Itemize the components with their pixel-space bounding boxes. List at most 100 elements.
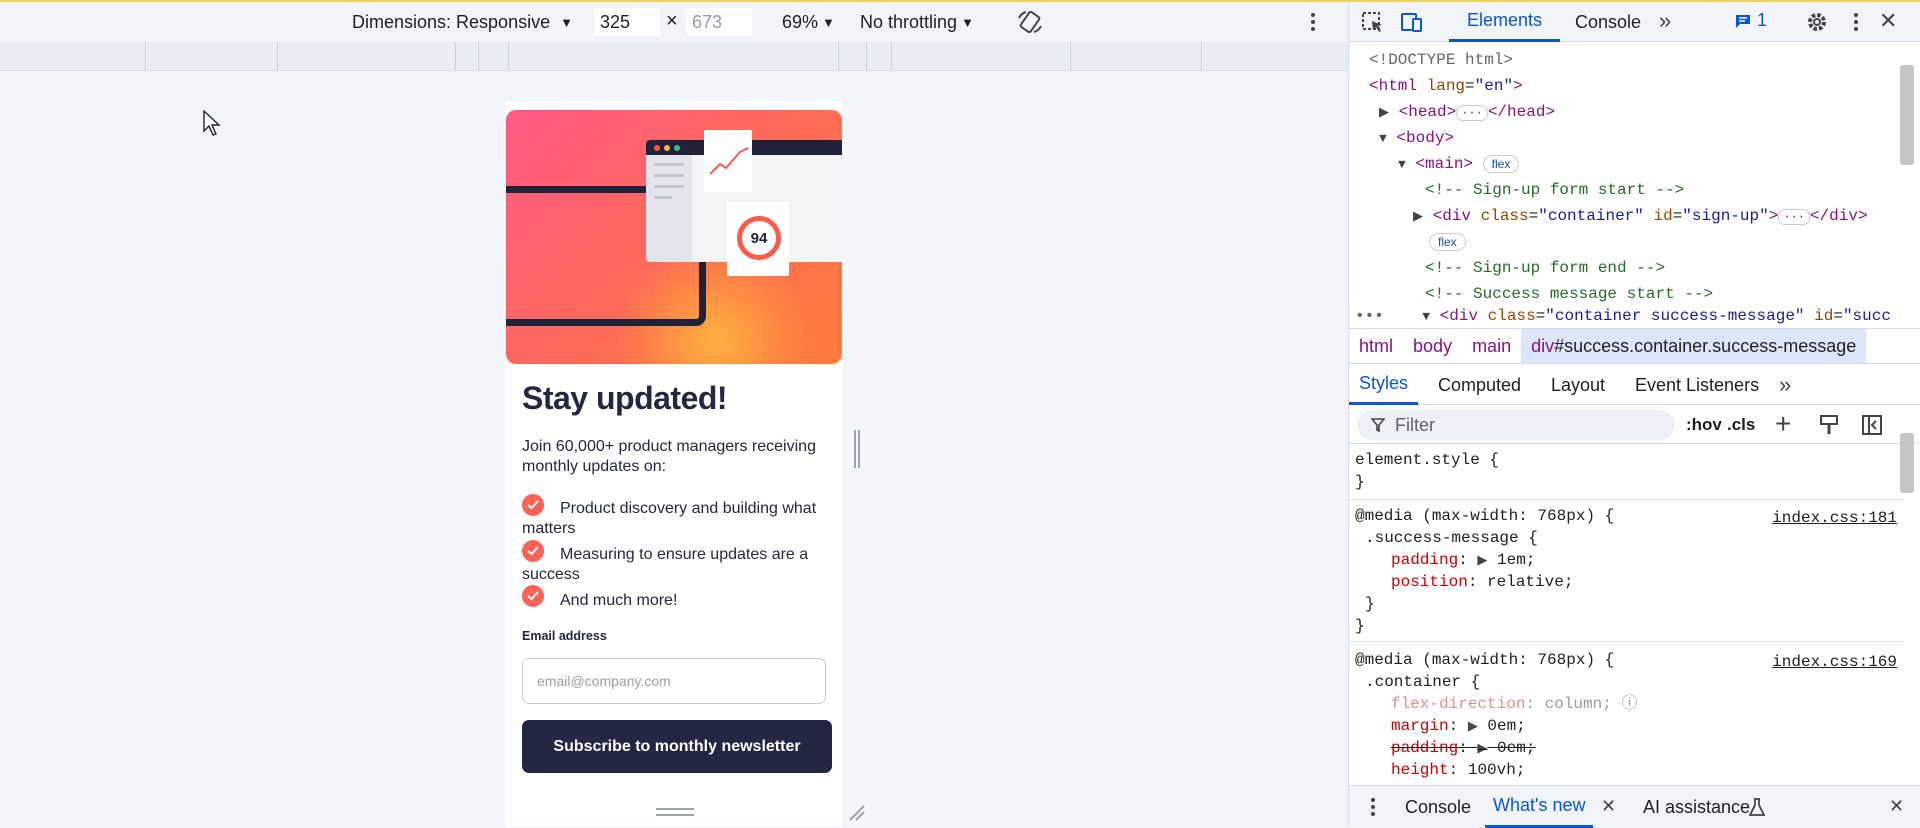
dom-scrollbar[interactable]	[1898, 45, 1916, 317]
tab-elements[interactable]: Elements	[1449, 2, 1561, 42]
list-item: Product discovery and building what matt…	[522, 500, 817, 537]
close-icon[interactable]: ✕	[1879, 8, 1897, 34]
media-query: @media (max-width: 768px) {	[1355, 507, 1615, 525]
throttling-dropdown[interactable]: No throttling ▼	[860, 2, 974, 42]
tab-layout[interactable]: Layout	[1551, 365, 1605, 405]
source-link[interactable]: index.css:169	[1772, 651, 1897, 673]
css-property-overridden[interactable]: padding: ▶ 0em;	[1391, 737, 1535, 760]
dom-line-selected[interactable]: ••• ▼ <div class="container success-mess…	[1355, 303, 1891, 328]
breadcrumb-item-selected[interactable]: div #success.container.success-message	[1521, 329, 1867, 363]
css-property-inactive[interactable]: flex-direction: column; ⓘ	[1391, 693, 1637, 715]
intro-text: Join 60,000+ product managers receiving …	[522, 438, 816, 475]
css-property[interactable]: padding: ▶ 1em;	[1391, 549, 1535, 572]
dimensions-label: Dimensions: Responsive	[352, 11, 551, 32]
expand-arrow-icon: ▶	[1413, 209, 1423, 224]
rule-close: }	[1355, 473, 1365, 491]
dom-line[interactable]: flex	[1429, 229, 1466, 255]
source-link[interactable]: index.css:181	[1772, 507, 1897, 529]
dom-line[interactable]: ▶ <head> ··· </head>	[1379, 99, 1555, 126]
collapsed-ellipsis-icon: ···	[1778, 209, 1810, 225]
height-input[interactable]: 673	[686, 8, 752, 36]
styles-pane: element.style { } @media (max-width: 768…	[1349, 445, 1905, 785]
list-item: Measuring to ensure updates are a succes…	[522, 546, 809, 583]
tab-computed[interactable]: Computed	[1438, 365, 1521, 405]
hov-toggle[interactable]: :hov	[1686, 415, 1722, 435]
rule-close: }	[1365, 595, 1375, 613]
close-icon[interactable]: ✕	[1889, 796, 1904, 817]
dom-line[interactable]: <!DOCTYPE html>	[1369, 47, 1513, 73]
chevron-down-icon: ▼	[961, 14, 974, 30]
expand-arrow-icon: ▶	[1379, 105, 1389, 120]
width-input[interactable]: 325	[594, 8, 660, 36]
selector[interactable]: .success-message {	[1365, 527, 1538, 549]
dom-line[interactable]: ▼ <main> flex	[1398, 151, 1520, 178]
devtools-menu-icon[interactable]	[1851, 10, 1861, 34]
filter-placeholder: Filter	[1395, 414, 1435, 435]
drawer-tab-console[interactable]: Console	[1405, 786, 1471, 828]
tab-event-listeners[interactable]: Event Listeners	[1635, 365, 1759, 405]
page-title: Stay updated!	[522, 380, 728, 416]
breadcrumb-item[interactable]: body	[1403, 329, 1462, 363]
dom-line[interactable]: <!-- Sign-up form start -->	[1425, 177, 1684, 203]
styles-filter-bar: Filter :hov .cls +	[1349, 406, 1920, 444]
resize-handle-right[interactable]	[854, 430, 860, 468]
inspect-element-icon[interactable]	[1361, 11, 1385, 33]
resize-handle-bottom[interactable]	[656, 808, 694, 816]
more-subtabs-icon[interactable]: »	[1779, 365, 1791, 405]
throttling-label: No throttling	[860, 11, 958, 32]
dom-line[interactable]: <!-- Sign-up form end -->	[1425, 255, 1665, 281]
css-property[interactable]: margin: ▶ 0em;	[1391, 715, 1526, 738]
paint-brush-icon[interactable]	[1819, 414, 1839, 436]
score-ring: 94	[737, 216, 781, 260]
drawer-tabbar: Console What's new ✕ AI assistance ✕	[1349, 785, 1920, 828]
zoom-dropdown[interactable]: 69% ▼	[782, 2, 835, 42]
more-options-icon[interactable]	[1306, 10, 1320, 34]
breadcrumb-item[interactable]: html	[1349, 329, 1403, 363]
subscribe-button[interactable]: Subscribe to monthly newsletter	[522, 720, 832, 773]
breadcrumb-item[interactable]: main	[1462, 329, 1521, 363]
rule-close: }	[1355, 617, 1365, 635]
breadcrumb: html body main div #success.container.suc…	[1349, 328, 1920, 364]
dom-line[interactable]: ▶ <div class="container" id="sign-up"> ··…	[1413, 203, 1868, 230]
email-input[interactable]: email@company.com	[522, 658, 826, 704]
dimensions-dropdown[interactable]: Dimensions: Responsive ▼	[352, 2, 573, 42]
close-icon[interactable]: ✕	[1601, 796, 1616, 817]
issues-counter[interactable]: 1	[1735, 10, 1767, 31]
device-toolbar-icon[interactable]	[1399, 11, 1423, 33]
collapse-arrow-icon: ▼	[1379, 131, 1387, 146]
drawer-tab-ai-assistance[interactable]: AI assistance	[1643, 786, 1750, 828]
tab-styles[interactable]: Styles	[1349, 365, 1419, 405]
rotate-icon[interactable]	[1016, 10, 1044, 34]
flask-icon	[1749, 798, 1765, 816]
chevron-down-icon: ▼	[822, 14, 835, 30]
dom-line[interactable]: <html lang="en">	[1369, 73, 1523, 99]
resize-corner-icon[interactable]	[846, 802, 866, 822]
more-tabs-icon[interactable]: »	[1659, 8, 1671, 34]
css-property[interactable]: height: 100vh;	[1391, 759, 1525, 781]
media-query: @media (max-width: 768px) {	[1355, 651, 1615, 669]
drawer-tab-whats-new[interactable]: What's new	[1485, 786, 1594, 828]
message-icon	[1736, 14, 1750, 28]
devtools-tabbar: Elements Console » 1 ✕	[1349, 2, 1920, 42]
device-toolbar: Dimensions: Responsive ▼ 325 × 673 69% ▼…	[0, 2, 1348, 42]
selector[interactable]: .container {	[1365, 671, 1480, 693]
devtools-panel: Elements Console » 1 ✕ <!DOCTYPE html> <…	[1348, 2, 1920, 828]
new-rule-icon[interactable]: +	[1775, 408, 1791, 440]
filter-input[interactable]: Filter	[1357, 410, 1675, 440]
toggle-sidebar-icon[interactable]	[1861, 414, 1883, 436]
drawer-menu-icon[interactable]	[1369, 796, 1377, 818]
css-property[interactable]: position: relative;	[1391, 571, 1573, 593]
dom-tree: <!DOCTYPE html> <html lang="en"> ▶ <head…	[1349, 43, 1909, 328]
mouse-cursor-icon	[203, 110, 221, 136]
styles-scrollbar[interactable]	[1898, 411, 1916, 781]
media-query-ruler	[0, 42, 1348, 71]
element-style-rule[interactable]: element.style {	[1355, 449, 1499, 471]
hero-illustration: 94	[506, 110, 842, 364]
tab-console[interactable]: Console	[1575, 2, 1641, 42]
issues-count: 1	[1757, 10, 1768, 30]
collapsed-ellipsis-icon: ···	[1456, 105, 1488, 121]
info-icon: ⓘ	[1621, 695, 1638, 712]
gear-icon[interactable]	[1805, 10, 1829, 34]
cls-toggle[interactable]: .cls	[1727, 415, 1755, 435]
dom-line[interactable]: ▼ <body>	[1379, 125, 1454, 152]
